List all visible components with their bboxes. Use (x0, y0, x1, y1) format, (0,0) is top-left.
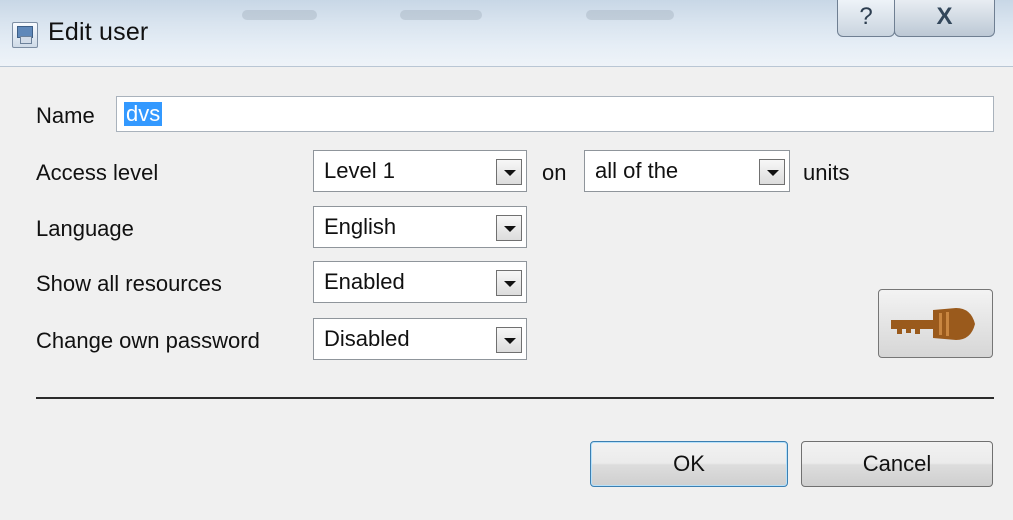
password-key-button[interactable] (878, 289, 993, 358)
name-label: Name (36, 103, 95, 128)
background-blur (400, 10, 482, 20)
chevron-down-icon[interactable] (496, 327, 522, 353)
help-button[interactable]: ? (837, 0, 895, 37)
key-icon (891, 308, 975, 340)
on-text: on (542, 160, 567, 185)
background-blur (242, 10, 317, 20)
change-password-label: Change own password (36, 328, 260, 353)
change-password-select[interactable]: Disabled (313, 318, 527, 360)
access-level-select[interactable]: Level 1 (313, 150, 527, 192)
access-level-value: Level 1 (324, 158, 395, 183)
show-resources-value: Enabled (324, 269, 405, 294)
chevron-down-icon[interactable] (496, 270, 522, 296)
ok-button[interactable]: OK (590, 441, 788, 487)
chevron-down-icon[interactable] (496, 215, 522, 241)
title-bar: Edit user ? X (0, 0, 1013, 67)
language-select[interactable]: English (313, 206, 527, 248)
user-edit-icon (12, 22, 38, 48)
access-level-label: Access level (36, 160, 159, 185)
close-button[interactable]: X (894, 0, 995, 37)
name-input[interactable]: dvs (116, 96, 994, 132)
change-password-value: Disabled (324, 326, 410, 351)
language-value: English (324, 214, 397, 239)
language-label: Language (36, 216, 134, 241)
background-blur (586, 10, 674, 20)
show-resources-label: Show all resources (36, 271, 222, 296)
chevron-down-icon[interactable] (759, 159, 785, 185)
units-text: units (803, 160, 850, 185)
window-title: Edit user (48, 18, 149, 46)
name-value: dvs (124, 101, 163, 126)
units-scope-select[interactable]: all of the (584, 150, 790, 192)
chevron-down-icon[interactable] (496, 159, 522, 185)
separator (36, 397, 994, 399)
show-resources-select[interactable]: Enabled (313, 261, 527, 303)
cancel-button[interactable]: Cancel (801, 441, 993, 487)
units-scope-value: all of the (595, 158, 679, 183)
